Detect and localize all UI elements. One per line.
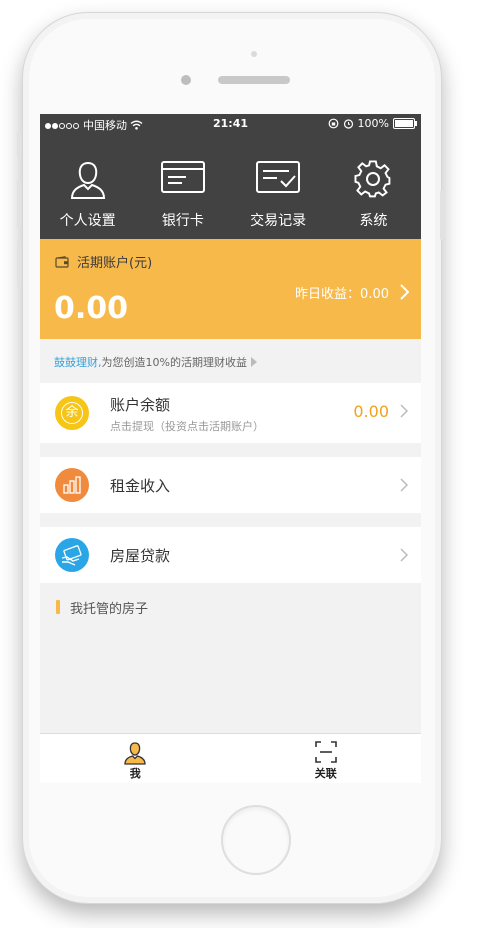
silent-switch bbox=[17, 132, 21, 158]
account-balance-amount: 0.00 bbox=[54, 291, 129, 326]
promo-banner[interactable]: 鼓鼓理财, 为您创造10%的活期理财收益 bbox=[40, 347, 421, 377]
yesterday-earnings: 昨日收益：0.00 bbox=[295, 287, 389, 302]
home-button[interactable] bbox=[221, 805, 291, 875]
nav-label: 个人设置 bbox=[59, 213, 116, 229]
home-loan-row[interactable]: 房屋贷款 bbox=[40, 527, 421, 583]
app-screen: 中国移动 21:41 100% 个人设置 银行卡 交易记录 系统 活期账户(元)… bbox=[40, 114, 421, 783]
promo-text: 为您创造10%的活期理财收益 bbox=[101, 356, 247, 369]
account-card-header: 活期账户(元) bbox=[55, 252, 152, 271]
bank-card-icon bbox=[160, 161, 205, 193]
loan-icon bbox=[55, 538, 89, 572]
front-camera bbox=[181, 75, 191, 85]
gear-icon bbox=[354, 160, 391, 198]
section-accent-bar bbox=[56, 600, 60, 614]
transaction-record-icon bbox=[256, 161, 301, 193]
earpiece-speaker bbox=[218, 76, 290, 84]
power-button bbox=[440, 190, 444, 240]
rotation-lock-icon bbox=[328, 118, 338, 129]
nav-label: 系统 bbox=[359, 213, 388, 229]
balance-value: 0.00 bbox=[353, 402, 389, 421]
chevron-right-icon bbox=[400, 546, 409, 567]
row-title: 房屋贷款 bbox=[110, 547, 171, 565]
row-title: 账户余额 bbox=[110, 396, 171, 414]
scan-icon bbox=[314, 741, 337, 763]
managed-houses-header: 我托管的房子 bbox=[40, 596, 421, 618]
battery-icon bbox=[393, 118, 417, 129]
alarm-icon bbox=[343, 119, 353, 129]
bar-chart-icon bbox=[55, 468, 89, 502]
row-subtitle: 点击提现（投资点击活期账户） bbox=[110, 420, 264, 433]
tab-label: 关联 bbox=[314, 767, 337, 780]
demand-account-card[interactable]: 活期账户(元) 0.00 昨日收益：0.00 bbox=[40, 239, 421, 339]
tab-label: 我 bbox=[129, 767, 141, 780]
balance-icon: 余 bbox=[55, 396, 89, 430]
proximity-sensor bbox=[251, 51, 257, 57]
tab-me[interactable]: 我 bbox=[40, 734, 231, 783]
person-icon bbox=[70, 161, 105, 199]
volume-down-button bbox=[17, 240, 21, 288]
tab-link[interactable]: 关联 bbox=[231, 734, 422, 783]
nav-label: 交易记录 bbox=[250, 213, 307, 229]
nav-personal-settings[interactable]: 个人设置 bbox=[40, 134, 135, 239]
account-balance-row[interactable]: 余 账户余额 点击提现（投资点击活期账户） 0.00 bbox=[40, 383, 421, 443]
top-navigation: 个人设置 银行卡 交易记录 系统 bbox=[40, 134, 421, 239]
status-bar: 中国移动 21:41 100% bbox=[40, 114, 421, 134]
nav-system[interactable]: 系统 bbox=[326, 134, 421, 239]
battery-percentage: 100% bbox=[357, 117, 389, 130]
volume-up-button bbox=[17, 180, 21, 228]
nav-bank-card[interactable]: 银行卡 bbox=[135, 134, 230, 239]
bottom-tab-bar: 我 关联 bbox=[40, 733, 421, 783]
chevron-right-icon bbox=[400, 402, 409, 423]
row-title: 租金收入 bbox=[110, 477, 171, 495]
chevron-right-icon[interactable] bbox=[399, 281, 410, 305]
triangle-right-icon bbox=[250, 357, 257, 367]
nav-transaction-records[interactable]: 交易记录 bbox=[231, 134, 326, 239]
rent-income-row[interactable]: 租金收入 bbox=[40, 457, 421, 513]
nav-label: 银行卡 bbox=[161, 213, 204, 229]
section-title: 我托管的房子 bbox=[70, 601, 149, 617]
wallet-icon bbox=[55, 255, 69, 268]
account-card-title: 活期账户(元) bbox=[77, 256, 153, 271]
user-icon bbox=[124, 742, 146, 765]
promo-brand: 鼓鼓理财, bbox=[54, 356, 102, 369]
balance-icon-glyph: 余 bbox=[61, 402, 83, 424]
chevron-right-icon bbox=[400, 476, 409, 497]
